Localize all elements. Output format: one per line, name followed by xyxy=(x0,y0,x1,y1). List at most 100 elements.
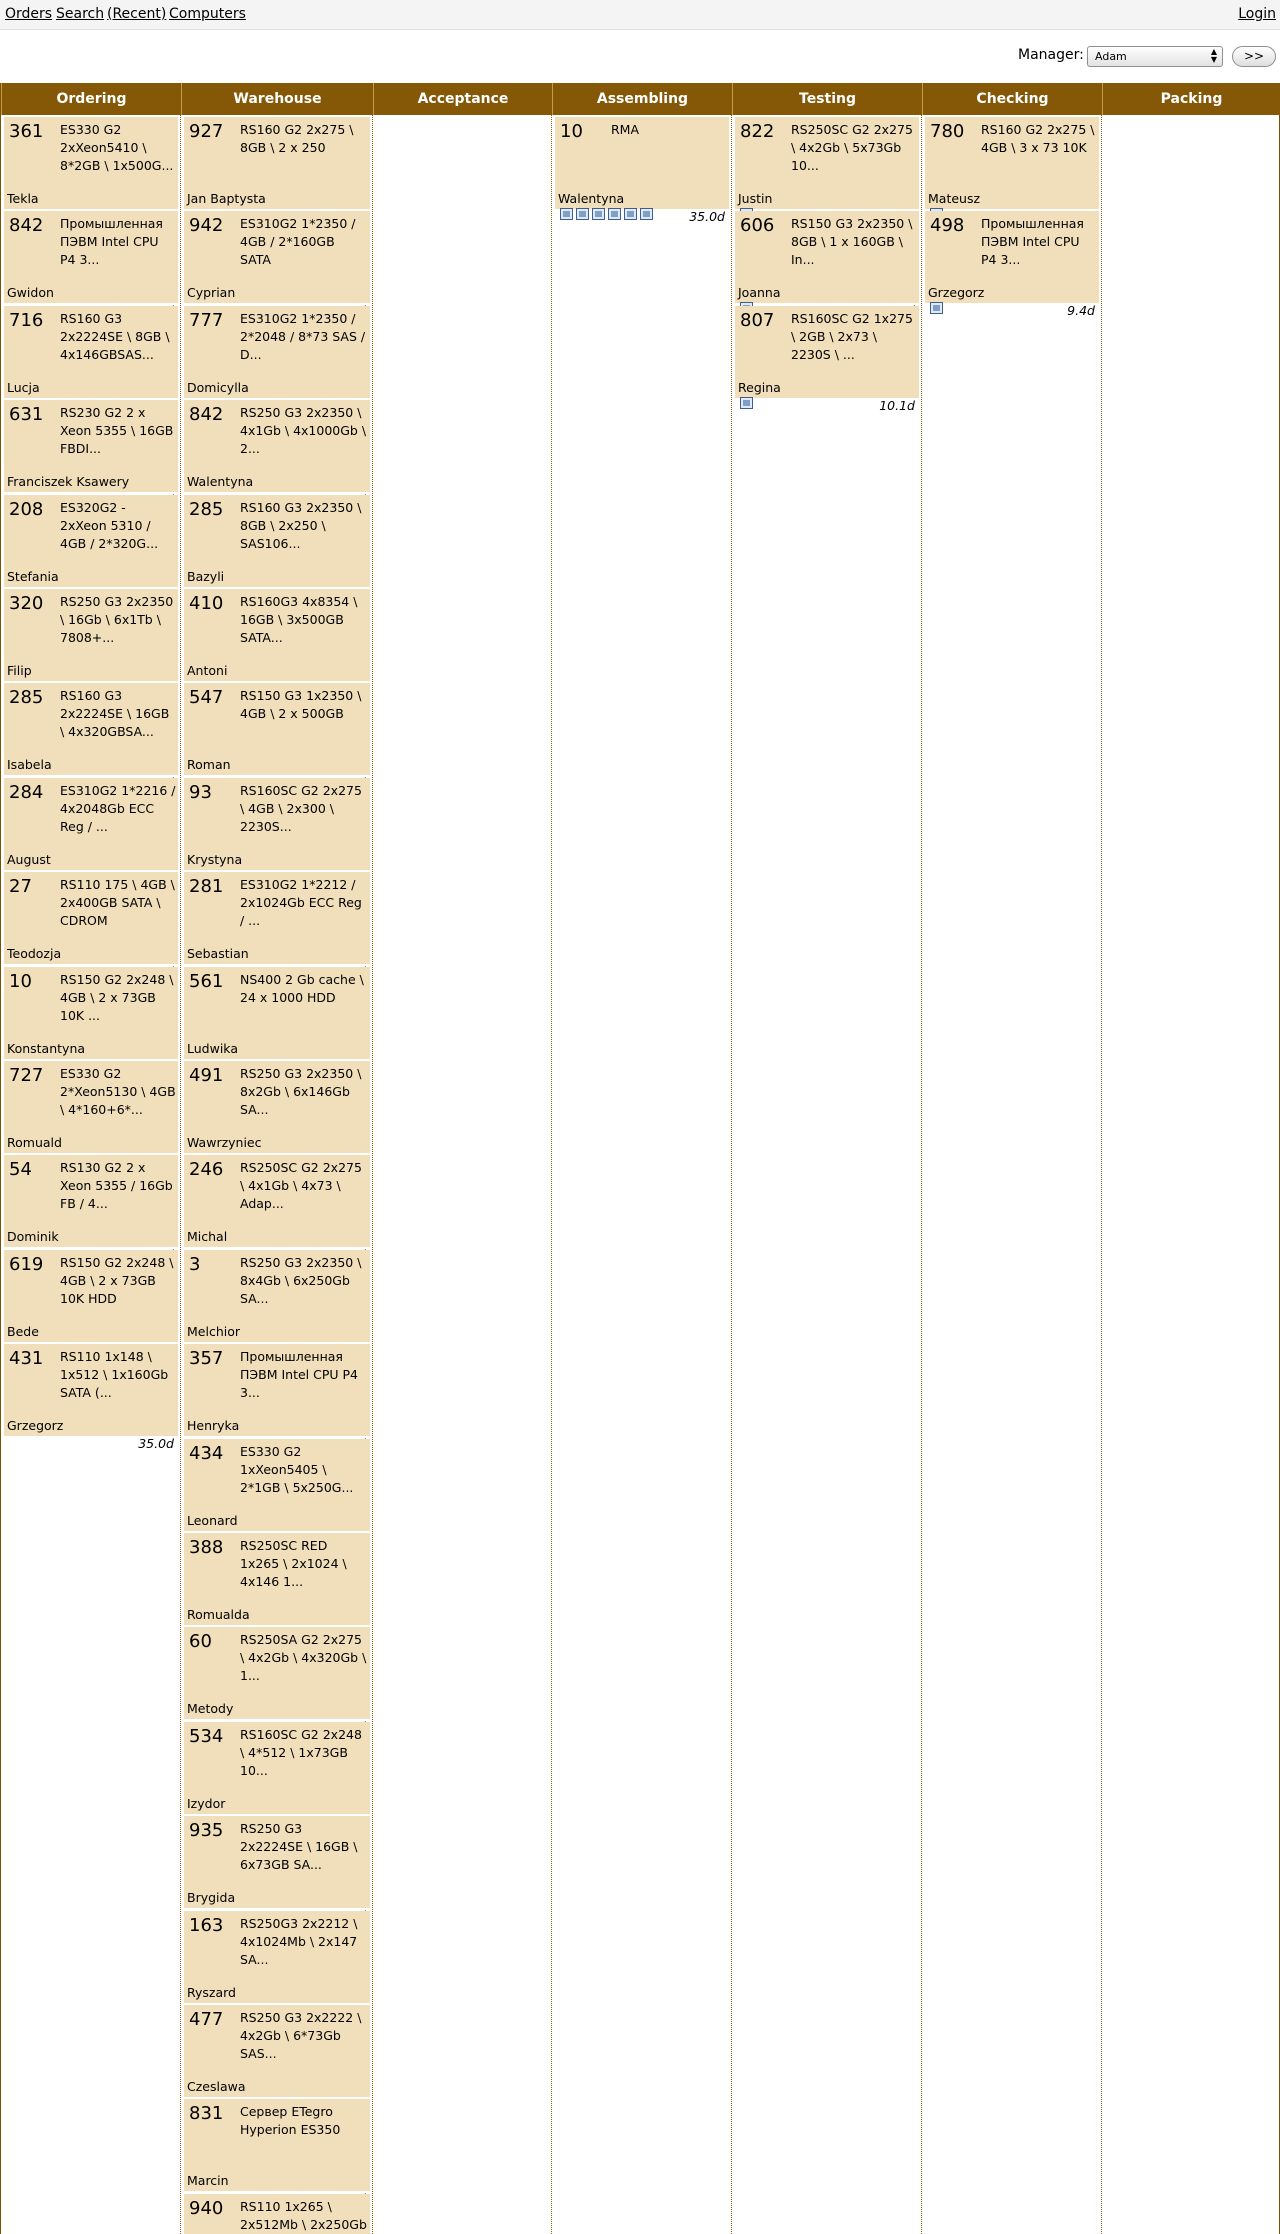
order-number: 27 xyxy=(9,876,32,898)
order-number: 434 xyxy=(189,1442,224,1464)
order-card[interactable]: 942 ES310G2 1*2350 / 4GB / 2*160GB SATA Cy… xyxy=(184,211,370,318)
order-card[interactable]: 619 RS150 G2 2x248 \ 4GB \ 2 x 73GB 10K H… xyxy=(4,1249,178,1357)
order-card[interactable]: 208 ES320G2 - 2xXeon 5310 / 4GB / 2*320G.… xyxy=(4,494,178,602)
order-card[interactable]: 780 RS160 G2 2x275 \ 4GB \ 3 x 73 10K Mate… xyxy=(925,117,1099,224)
assignee-name: Marcin xyxy=(187,2173,229,2189)
order-card[interactable]: 842 Промышленная ПЭВМ Intel CPU P4 3... Gw… xyxy=(4,211,178,318)
computer-icon[interactable] xyxy=(624,208,637,220)
order-card[interactable]: 477 RS250 G3 2x2222 \ 4x2Gb \ 6*73Gb SAS.… xyxy=(184,2005,370,2112)
assignee-name: Tekla xyxy=(7,191,39,206)
order-card[interactable]: 431 RS110 1x148 \ 1x512 \ 1x160Gb SATA (.… xyxy=(4,1344,178,1451)
order-card[interactable]: 927 RS160 G2 2x275 \ 8GB \ 2 x 250 Jan Bap… xyxy=(184,117,370,224)
order-card[interactable]: 285 RS160 G3 2x2224SE \ 16GB \ 4x320GBSA.… xyxy=(4,683,178,790)
order-card[interactable]: 807 RS160SC G2 1x275 \ 2GB \ 2x73 \ 2230S… xyxy=(735,305,919,413)
order-number: 942 xyxy=(189,215,224,237)
order-card[interactable]: 822 RS250SC G2 2x275 \ 4x2Gb \ 5x73Gb 10.… xyxy=(735,117,919,224)
assignee-name: Walentyna xyxy=(558,191,625,206)
order-description: RS230 G2 2 x Xeon 5355 \ 16GB FBDI... xyxy=(60,405,174,457)
order-card[interactable]: 163 RS250G3 2x2212 \ 4x1024Mb \ 2x147 SA.… xyxy=(184,1910,370,2018)
order-description: ES330 G2 2xXeon5410 \ 8*2GB \ 1x500G... xyxy=(60,122,174,173)
order-number: 10 xyxy=(9,970,32,992)
order-card[interactable]: 246 RS250SC G2 2x275 \ 4x1Gb \ 4x73 \ Ada… xyxy=(184,1155,370,1262)
order-number: 831 xyxy=(189,2103,224,2125)
order-card[interactable]: 940RS110 1x265 \ 2x512Mb \ 2x250Gb \ CDS… xyxy=(184,2193,370,2234)
recent-link[interactable]: (Recent) xyxy=(107,6,166,22)
order-card[interactable]: 3 RS250 G3 2x2350 \ 8x4Gb \ 6x250Gb SA...… xyxy=(184,1249,370,1357)
order-card[interactable]: 606 RS150 G3 2x2350 \ 8GB \ 1 x 160GB \ I… xyxy=(735,211,919,318)
order-number: 54 xyxy=(9,1159,32,1181)
order-card[interactable]: 54 RS130 G2 2 x Xeon 5355 / 16Gb FB / 4..… xyxy=(4,1155,178,1262)
computer-icon[interactable] xyxy=(930,302,943,315)
column-body: 10 RMA Walentyna 35.0d xyxy=(552,115,732,2234)
order-card[interactable]: 410 RS160G3 4x8354 \ 16GB \ 3x500GB SATA.… xyxy=(184,589,370,696)
order-card[interactable]: 357 Промышленная ПЭВМ Intel CPU P4 3... He… xyxy=(184,1344,370,1451)
order-card[interactable]: 935 RS250 G3 2x2224SE \ 16GB \ 6x73GB SA.… xyxy=(184,1816,370,1923)
order-number: 547 xyxy=(189,687,224,709)
computer-icon[interactable] xyxy=(608,208,621,220)
manager-selected-value: Adam xyxy=(1095,50,1127,63)
order-card[interactable]: 547 RS150 G3 1x2350 \ 4GB \ 2 x 500GB Roma… xyxy=(184,683,370,790)
order-card[interactable]: 434 ES330 G2 1xXeon5405 \ 2*1GB \ 5x250G.… xyxy=(184,1438,370,1546)
computer-icons xyxy=(930,302,946,316)
order-number: 498 xyxy=(930,215,965,237)
computer-icon[interactable] xyxy=(740,396,753,409)
order-number: 716 xyxy=(9,309,44,331)
order-card[interactable]: 361 ES330 G2 2xXeon5410 \ 8*2GB \ 1x500G.… xyxy=(4,117,178,224)
column-body: 780 RS160 G2 2x275 \ 4GB \ 3 x 73 10K Mate… xyxy=(922,115,1102,2234)
manager-select[interactable]: Adam ▲ ▼ xyxy=(1087,46,1223,67)
order-card[interactable]: 491 RS250 G3 2x2350 \ 8x2Gb \ 6x146Gb SA.… xyxy=(184,1061,370,1168)
assignee-name: Sebastian xyxy=(187,946,249,962)
order-card[interactable]: 284 ES310G2 1*2216 / 4x2048Gb ECC Reg / .… xyxy=(4,777,178,885)
order-card[interactable]: 320 RS250 G3 2x2350 \ 16Gb \ 6x1Tb \ 7808… xyxy=(4,589,178,696)
order-card[interactable]: 498 Промышленная ПЭВМ Intel CPU P4 3... Gr… xyxy=(925,211,1099,318)
computer-icon[interactable] xyxy=(576,208,589,220)
order-card[interactable]: 10 RS150 G2 2x248 \ 4GB \ 2 x 73GB 10K ..… xyxy=(4,966,178,1074)
column-ordering: Ordering 361 ES330 G2 2xXeon5410 \ 8*2GB \… xyxy=(1,83,181,2234)
assignee-name: Henryka xyxy=(187,1418,240,1434)
order-number: 10 xyxy=(560,121,583,142)
assignee-name: Melchior xyxy=(187,1323,241,1339)
order-card[interactable]: 831Сервер ETegro Hyperion ES350Marcin35.… xyxy=(184,2099,370,2206)
orders-link[interactable]: Orders xyxy=(5,6,52,22)
column-header: Warehouse xyxy=(181,83,373,115)
order-card[interactable]: 10 RMA Walentyna 35.0d xyxy=(555,117,729,224)
order-card[interactable]: 534 RS160SC G2 2x248 \ 4*512 \ 1x73GB 10.… xyxy=(184,1721,370,1829)
order-number: 927 xyxy=(189,121,224,142)
computer-icon[interactable] xyxy=(640,208,653,220)
order-card[interactable]: 561 NS400 2 Gb cache \ 24 x 1000 HDD Ludwi… xyxy=(184,966,370,1074)
order-card[interactable]: 631 RS230 G2 2 x Xeon 5355 \ 16GB FBDI...… xyxy=(4,400,178,507)
computer-icon[interactable] xyxy=(560,208,573,220)
order-card[interactable]: 777 ES310G2 1*2350 / 2*2048 / 8*73 SAS / … xyxy=(184,305,370,413)
order-number: 246 xyxy=(189,1159,224,1181)
order-card[interactable]: 842 RS250 G3 2x2350 \ 4x1Gb \ 4x1000Gb \ … xyxy=(184,400,370,507)
computers-link[interactable]: Computers xyxy=(169,6,246,22)
computer-icons xyxy=(740,396,756,411)
order-card[interactable]: 60 RS250SA G2 2x275 \ 4x2Gb \ 4x320Gb \ 1… xyxy=(184,1627,370,1734)
order-description: RS150 G3 2x2350 \ 8GB \ 1 x 160GB \ In..… xyxy=(791,216,913,268)
assignee-name: Grzegorz xyxy=(7,1418,64,1434)
assignee-name: Bede xyxy=(7,1323,39,1339)
assignee-name: Roman xyxy=(187,757,231,773)
order-description: RMA xyxy=(611,122,640,137)
order-card[interactable]: 285 RS160 G3 2x2350 \ 8GB \ 2x250 \ SAS10… xyxy=(184,494,370,602)
column-testing: Testing 822 RS250SC G2 2x275 \ 4x2Gb \ 5x7… xyxy=(732,83,922,2234)
assignee-name: Mateusz xyxy=(928,191,981,206)
order-card[interactable]: 27 RS110 175 \ 4GB \ 2x400GB SATA \ CDROM… xyxy=(4,872,178,979)
order-number: 431 xyxy=(9,1348,44,1370)
assignee-name: Gwidon xyxy=(7,285,54,301)
order-number: 619 xyxy=(9,1253,44,1275)
order-number: 3 xyxy=(189,1253,201,1275)
order-card[interactable]: 727 ES330 G2 2*Xeon5130 \ 4GB \ 4*160+6*.… xyxy=(4,1061,178,1168)
order-card[interactable]: 93 RS160SC G2 2x275 \ 4GB \ 2x300 \ 2230S… xyxy=(184,777,370,885)
order-description: RS250 G3 2x2350 \ 8x2Gb \ 6x146Gb SA... xyxy=(240,1066,362,1117)
order-card[interactable]: 388 RS250SC RED 1x265 \ 2x1024 \ 4x146 1.… xyxy=(184,1533,370,1640)
search-link[interactable]: Search xyxy=(56,6,104,22)
computer-icon[interactable] xyxy=(592,208,605,220)
order-description: RS250SC G2 2x275 \ 4x1Gb \ 4x73 \ Adap..… xyxy=(240,1160,362,1212)
manager-go-button[interactable]: >> xyxy=(1232,46,1276,67)
order-description: RS250SA G2 2x275 \ 4x2Gb \ 4x320Gb \ 1..… xyxy=(240,1632,367,1684)
login-link[interactable]: Login xyxy=(1238,6,1276,22)
order-card[interactable]: 716 RS160 G3 2x2224SE \ 8GB \ 4x146GBSAS.… xyxy=(4,305,178,413)
order-description: RS250 G3 2x2350 \ 4x1Gb \ 4x1000Gb \ 2..… xyxy=(240,405,367,457)
order-card[interactable]: 281 ES310G2 1*2212 / 2x1024Gb ECC Reg / .… xyxy=(184,872,370,979)
